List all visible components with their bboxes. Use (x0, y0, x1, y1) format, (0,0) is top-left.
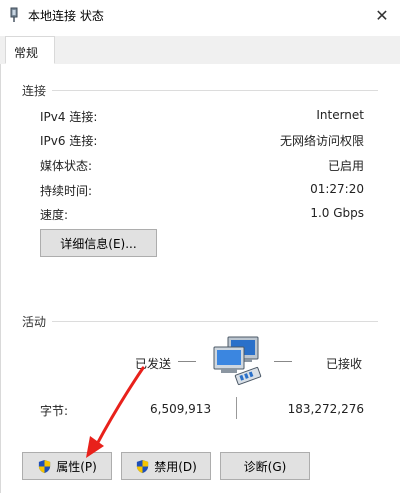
duration-label: 持续时间: (40, 184, 93, 198)
media-state-value: 已启用 (327, 159, 364, 173)
activity-group-label: 活动 (22, 315, 47, 329)
activity-group-divider (52, 321, 378, 322)
connection-group-label: 连接 (22, 84, 47, 98)
close-button[interactable]: ✕ (364, 0, 400, 30)
disable-button[interactable]: 禁用(D) (121, 452, 211, 480)
close-icon: ✕ (375, 5, 389, 25)
tab-general[interactable]: 常规 (5, 36, 55, 64)
received-label: 已接收 (326, 357, 363, 371)
window-title: 本地连接 状态 (28, 9, 104, 23)
ipv6-label: IPv6 连接: (40, 134, 98, 148)
details-button[interactable]: 详细信息(E)... (40, 229, 157, 257)
network-adapter-icon (10, 7, 18, 22)
properties-label: 属性(P) (56, 459, 97, 474)
disable-label: 禁用(D) (154, 459, 197, 474)
bytes-received-value: 183,272,276 (287, 402, 364, 416)
network-computers-icon (213, 336, 262, 386)
tab-strip (0, 36, 400, 65)
diagnose-button[interactable]: 诊断(G) (220, 452, 310, 480)
bytes-separator (236, 397, 237, 419)
sent-label: 已发送 (135, 357, 172, 371)
bytes-sent-value: 6,509,913 (150, 402, 212, 416)
uac-shield-icon (137, 459, 149, 473)
connection-group-divider (52, 90, 378, 91)
bytes-label: 字节: (40, 404, 69, 418)
media-state-label: 媒体状态: (40, 159, 93, 173)
sent-dash (178, 361, 196, 362)
speed-value: 1.0 Gbps (310, 206, 364, 220)
ipv4-label: IPv4 连接: (40, 110, 98, 124)
duration-value: 01:27:20 (310, 182, 364, 196)
tab-panel (0, 64, 400, 493)
uac-shield-icon (39, 459, 51, 473)
properties-button[interactable]: 属性(P) (22, 452, 112, 480)
speed-label: 速度: (40, 208, 69, 222)
ipv6-value: 无网络访问权限 (279, 134, 364, 148)
received-dash (274, 361, 292, 362)
title-bar: 本地连接 状态 ✕ (0, 0, 400, 30)
ipv4-value: Internet (316, 108, 364, 122)
